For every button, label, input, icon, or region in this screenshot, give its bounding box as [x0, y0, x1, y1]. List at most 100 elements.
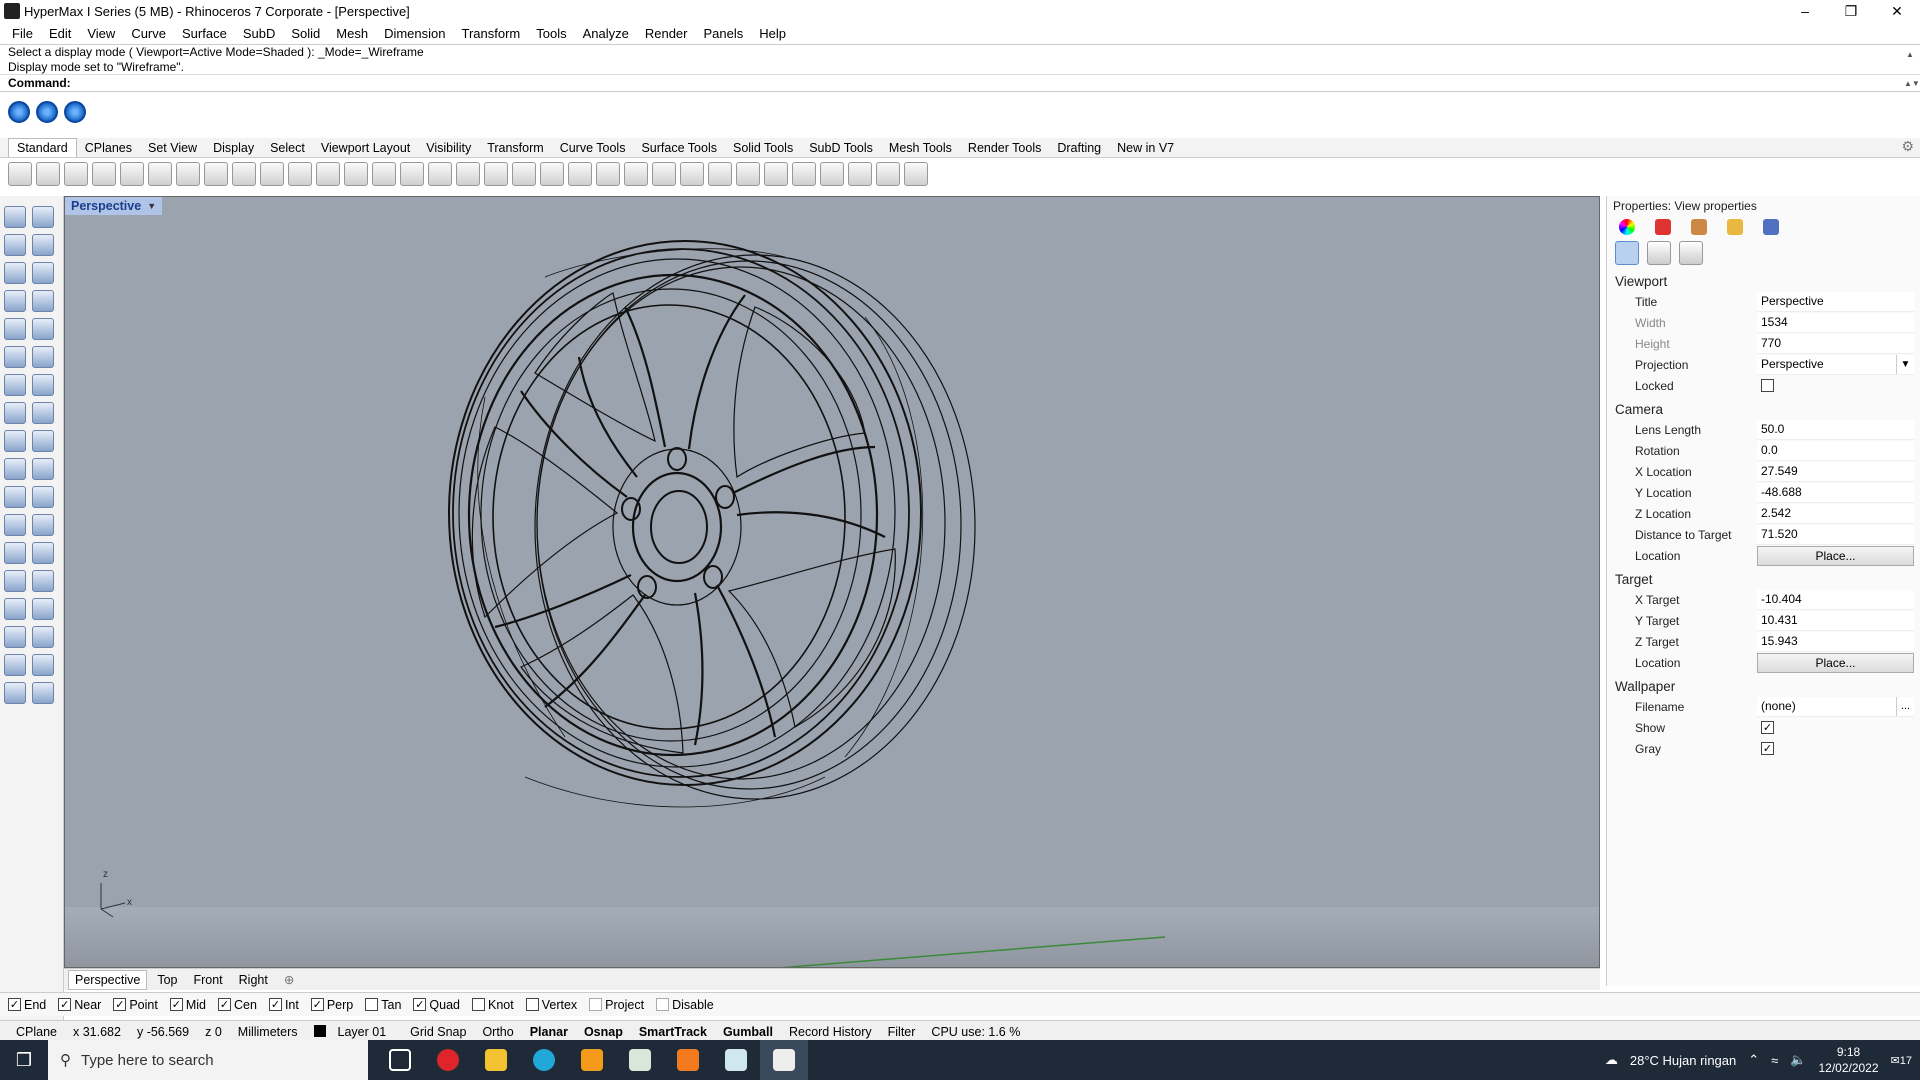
view-tab-right[interactable]: Right [233, 971, 274, 989]
ellipse-icon[interactable] [32, 262, 54, 284]
opera-icon[interactable] [424, 1040, 472, 1080]
sphere-shaded-icon[interactable] [708, 162, 732, 186]
gears-icon[interactable] [820, 162, 844, 186]
y-target-field[interactable]: 10.431 [1757, 610, 1914, 631]
color-wheel-icon[interactable] [680, 162, 704, 186]
menu-curve[interactable]: Curve [123, 26, 174, 41]
analyze-icon[interactable] [4, 654, 26, 676]
tab-visibility[interactable]: Visibility [418, 139, 479, 157]
task-view-icon[interactable] [376, 1040, 424, 1080]
osnap-checkbox[interactable]: ✓ [8, 998, 21, 1011]
menu-transform[interactable]: Transform [453, 26, 528, 41]
osnap-knot[interactable]: Knot [472, 998, 514, 1012]
surface-icon[interactable] [4, 346, 26, 368]
tab-transform[interactable]: Transform [479, 139, 552, 157]
print-icon[interactable] [92, 162, 116, 186]
height-field[interactable]: 770 [1757, 333, 1914, 354]
chevron-up-icon[interactable]: ⌃ [1748, 1052, 1759, 1068]
light-bulb-icon[interactable] [596, 162, 620, 186]
camera-place-button[interactable]: Place... [1757, 545, 1914, 566]
ortho-toggle[interactable]: Ortho [474, 1025, 521, 1039]
z-location-field[interactable]: 2.542 [1757, 503, 1914, 524]
open-folder-icon[interactable] [36, 162, 60, 186]
undo-icon[interactable] [232, 162, 256, 186]
group-icon[interactable] [4, 486, 26, 508]
osnap-near[interactable]: ✓ Near [58, 998, 101, 1012]
menu-subd[interactable]: SubD [235, 26, 284, 41]
rotate-icon[interactable] [32, 570, 54, 592]
zoom-extents-icon[interactable] [372, 162, 396, 186]
arc-icon[interactable] [4, 290, 26, 312]
minimize-button[interactable]: – [1782, 0, 1828, 22]
settings-gear-icon[interactable]: ⚙ [1901, 138, 1914, 155]
polyline-icon[interactable] [4, 234, 26, 256]
wifi-icon[interactable]: ≈ [1771, 1053, 1778, 1068]
car-icon[interactable] [484, 162, 508, 186]
gear-blue-icon[interactable] [36, 101, 58, 123]
osnap-int[interactable]: ✓ Int [268, 998, 299, 1012]
show-icon[interactable] [540, 162, 564, 186]
tab-display[interactable]: Display [205, 139, 262, 157]
show-checkbox[interactable]: ✓ [1761, 721, 1774, 734]
new-file-icon[interactable] [8, 162, 32, 186]
tab-set-view[interactable]: Set View [140, 139, 205, 157]
menu-tools[interactable]: Tools [528, 26, 574, 41]
tab-select[interactable]: Select [262, 139, 313, 157]
tab-solid-tools[interactable]: Solid Tools [725, 139, 801, 157]
tab-standard[interactable]: Standard [8, 138, 77, 157]
osnap-vertex[interactable]: Vertex [525, 998, 577, 1012]
locked-checkbox[interactable] [1761, 379, 1774, 392]
osnap-checkbox[interactable]: ✓ [218, 998, 231, 1011]
export-icon[interactable] [120, 162, 144, 186]
osnap-checkbox[interactable] [472, 998, 485, 1011]
filter-toggle[interactable]: Filter [880, 1025, 924, 1039]
projection-select[interactable]: Perspective ▼ [1757, 354, 1914, 375]
smarttrack-toggle[interactable]: SmartTrack [631, 1025, 715, 1039]
gear-blue-icon[interactable] [8, 101, 30, 123]
tab-cplanes[interactable]: CPlanes [77, 139, 140, 157]
render-material-icon[interactable] [4, 682, 26, 704]
osnap-checkbox[interactable]: ✓ [268, 998, 282, 1011]
status-cplane[interactable]: CPlane [8, 1025, 65, 1039]
planar-toggle[interactable]: Planar [522, 1025, 576, 1039]
z-target-field[interactable]: 15.943 [1757, 631, 1914, 652]
render-icon[interactable] [764, 162, 788, 186]
osnap-end[interactable]: ✓ End [8, 998, 46, 1012]
command-history[interactable]: Select a display mode ( Viewport=Active … [0, 44, 1920, 76]
pencil-icon[interactable] [1691, 219, 1707, 235]
camera-icon[interactable] [1615, 241, 1639, 265]
record-history-toggle[interactable]: Record History [781, 1025, 880, 1039]
filename-field[interactable]: (none)... [1757, 696, 1914, 717]
ungroup-icon[interactable] [32, 486, 54, 508]
gear-blue-icon[interactable] [64, 101, 86, 123]
lamp-icon[interactable] [792, 162, 816, 186]
menu-panels[interactable]: Panels [695, 26, 751, 41]
four-view-icon[interactable] [456, 162, 480, 186]
rotation-field[interactable]: 0.0 [1757, 440, 1914, 461]
tab-curve-tools[interactable]: Curve Tools [552, 139, 634, 157]
chevron-down-icon[interactable]: ▼ [1896, 354, 1914, 374]
taskbar-search[interactable]: ⚲ Type here to search [48, 1040, 368, 1080]
osnap-checkbox[interactable] [656, 998, 670, 1011]
osnap-checkbox[interactable]: ✓ [169, 998, 183, 1011]
undo-view-icon[interactable] [428, 162, 452, 186]
distance-to-target-field[interactable]: 71.520 [1757, 524, 1914, 545]
tab-viewport-layout[interactable]: Viewport Layout [313, 139, 418, 157]
menu-dimension[interactable]: Dimension [376, 26, 453, 41]
rotate-view-icon[interactable] [288, 162, 312, 186]
restore-button[interactable]: ❐ [1828, 0, 1874, 22]
osnap-project[interactable]: Project [589, 998, 644, 1012]
x-target-field[interactable]: -10.404 [1757, 589, 1914, 610]
lock-icon[interactable] [624, 162, 648, 186]
gumball-toggle[interactable]: Gumball [715, 1025, 781, 1039]
notepad-icon[interactable] [712, 1040, 760, 1080]
osnap-checkbox[interactable] [525, 998, 539, 1011]
menu-analyze[interactable]: Analyze [575, 26, 637, 41]
osnap-checkbox[interactable]: ✓ [58, 998, 72, 1011]
file-explorer-icon[interactable] [472, 1040, 520, 1080]
solid-union-icon[interactable] [32, 374, 54, 396]
weather-icon[interactable]: ☁ [1605, 1052, 1618, 1068]
curve-icon[interactable] [32, 234, 54, 256]
view-tab-top[interactable]: Top [151, 971, 183, 989]
osnap-disable[interactable]: Disable [656, 998, 714, 1012]
